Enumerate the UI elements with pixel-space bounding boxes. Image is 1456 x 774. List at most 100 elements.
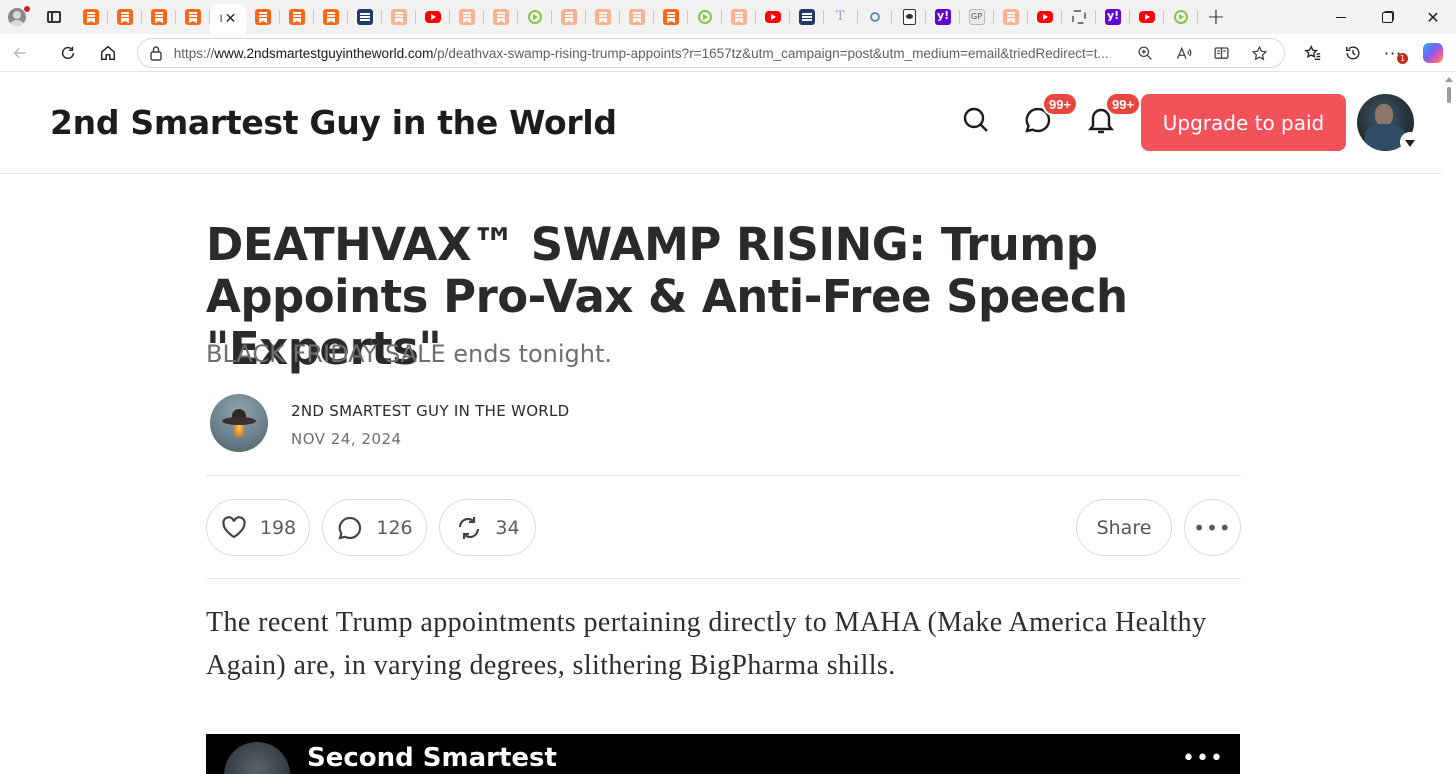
youtube-favicon-icon xyxy=(765,11,781,23)
settings-favicon-icon xyxy=(1072,10,1086,24)
address-bar[interactable]: https://www.2ndsmartestguyintheworld.com… xyxy=(137,38,1285,68)
substack-favicon-icon xyxy=(255,9,271,25)
gp-favicon-icon xyxy=(969,9,985,25)
tab-0[interactable] xyxy=(74,0,108,34)
tab-24[interactable] xyxy=(892,0,926,34)
home-icon xyxy=(100,45,116,60)
history-button[interactable] xyxy=(1333,34,1373,72)
minimize-button[interactable] xyxy=(1318,0,1364,34)
home-button[interactable] xyxy=(88,34,128,72)
channel-title[interactable]: Second Smartest xyxy=(307,743,557,773)
post-body-paragraph: The recent Trump appointments pertaining… xyxy=(206,607,1207,681)
back-button[interactable] xyxy=(0,34,40,72)
tab-16[interactable] xyxy=(620,0,654,34)
chat-button[interactable]: 99+ xyxy=(1020,92,1079,138)
notifications-button[interactable]: 99+ xyxy=(1083,92,1142,138)
like-count: 198 xyxy=(259,516,297,539)
chat-badge: 99+ xyxy=(1042,92,1079,116)
site-title[interactable]: 2nd Smartest Guy in the World xyxy=(50,103,617,142)
tab-20[interactable] xyxy=(756,0,790,34)
window-close-button[interactable]: ✕ xyxy=(1410,0,1456,34)
like-button[interactable]: 198 xyxy=(206,499,310,556)
tab-3[interactable] xyxy=(176,0,210,34)
tab-8[interactable] xyxy=(348,0,382,34)
tab-actions-menu-button[interactable] xyxy=(34,0,74,34)
tab-11[interactable] xyxy=(450,0,484,34)
author-name-link[interactable]: 2ND SMARTEST GUY IN THE WORLD xyxy=(291,402,570,420)
browser-toolbar: https://www.2ndsmartestguyintheworld.com… xyxy=(0,34,1456,72)
tab-19[interactable] xyxy=(722,0,756,34)
tab-28[interactable] xyxy=(1028,0,1062,34)
tab-21[interactable] xyxy=(790,0,824,34)
scroll-up-arrow-icon[interactable] xyxy=(1445,77,1453,82)
read-aloud-icon[interactable] xyxy=(1164,45,1202,62)
page-scrollbar[interactable] xyxy=(1442,73,1456,774)
refresh-button[interactable] xyxy=(48,34,88,72)
tab-12[interactable] xyxy=(484,0,518,34)
yahoo-favicon-icon xyxy=(1105,9,1121,25)
twitter-favicon-icon xyxy=(833,9,849,25)
substack-favicon-icon xyxy=(561,9,577,25)
tab-1[interactable] xyxy=(108,0,142,34)
substack-favicon-icon xyxy=(289,9,305,25)
search-favicon-icon xyxy=(870,12,880,22)
favorites-button[interactable] xyxy=(1293,34,1333,72)
tab-7[interactable] xyxy=(314,0,348,34)
tab-14[interactable] xyxy=(552,0,586,34)
tab-30[interactable] xyxy=(1096,0,1130,34)
tab-active[interactable]: I ✕ xyxy=(210,4,246,34)
search-button[interactable] xyxy=(958,102,994,138)
tab-close-icon[interactable]: ✕ xyxy=(225,11,237,27)
tab-18[interactable] xyxy=(688,0,722,34)
tab-27[interactable] xyxy=(994,0,1028,34)
tab-26[interactable] xyxy=(960,0,994,34)
browser-profile-button[interactable] xyxy=(0,0,34,34)
author-avatar[interactable] xyxy=(210,394,268,452)
tab-2[interactable] xyxy=(142,0,176,34)
tab-15[interactable] xyxy=(586,0,620,34)
tab-actions-icon xyxy=(47,11,61,23)
favorite-star-icon[interactable] xyxy=(1240,45,1278,62)
restack-button[interactable]: 34 xyxy=(439,499,536,556)
site-info-lock-icon[interactable] xyxy=(138,45,174,61)
post-subtitle: BLACK FRIDAY SALE ends tonight. xyxy=(206,340,613,368)
rumble-favicon-icon xyxy=(698,10,712,24)
comment-button[interactable]: 126 xyxy=(322,499,427,556)
channel-avatar[interactable] xyxy=(224,742,290,774)
substack-favicon-icon xyxy=(391,9,407,25)
search-icon xyxy=(963,107,988,132)
url-path: /p/deathvax-swamp-rising-trump-appoints?… xyxy=(433,45,1109,61)
url-text[interactable]: https://www.2ndsmartestguyintheworld.com… xyxy=(174,46,1126,61)
new-tab-button[interactable]: + xyxy=(1198,0,1234,34)
restack-count: 34 xyxy=(495,516,520,539)
tab-22[interactable] xyxy=(824,0,858,34)
substack-favicon-icon xyxy=(117,9,133,25)
account-caret-icon[interactable] xyxy=(1400,132,1420,152)
substack-favicon-icon xyxy=(459,9,475,25)
video-embed[interactable]: Second Smartest ••• xyxy=(206,734,1240,774)
tab-17[interactable] xyxy=(654,0,688,34)
restore-button[interactable] xyxy=(1364,0,1410,34)
tab-6[interactable] xyxy=(280,0,314,34)
tab-29[interactable] xyxy=(1062,0,1096,34)
tab-10[interactable] xyxy=(416,0,450,34)
tab-25[interactable] xyxy=(926,0,960,34)
substack-favicon-icon xyxy=(83,9,99,25)
zoom-icon[interactable] xyxy=(1126,45,1164,62)
tab-9[interactable] xyxy=(382,0,416,34)
share-button[interactable]: Share xyxy=(1076,499,1172,556)
video-more-button[interactable]: ••• xyxy=(1182,746,1224,771)
scrollbar-thumb[interactable] xyxy=(1447,87,1451,103)
post-date: NOV 24, 2024 xyxy=(291,430,402,448)
settings-more-button[interactable]: ··· 1 xyxy=(1373,34,1413,72)
tab-32[interactable] xyxy=(1164,0,1198,34)
tab-31[interactable] xyxy=(1130,0,1164,34)
comment-count: 126 xyxy=(376,516,413,539)
tab-5[interactable] xyxy=(246,0,280,34)
immersive-reader-icon[interactable] xyxy=(1202,45,1240,62)
tab-23[interactable] xyxy=(858,0,892,34)
copilot-button[interactable] xyxy=(1413,34,1453,72)
post-more-button[interactable]: ••• xyxy=(1184,499,1241,556)
upgrade-button[interactable]: Upgrade to paid xyxy=(1141,94,1346,151)
tab-13[interactable] xyxy=(518,0,552,34)
